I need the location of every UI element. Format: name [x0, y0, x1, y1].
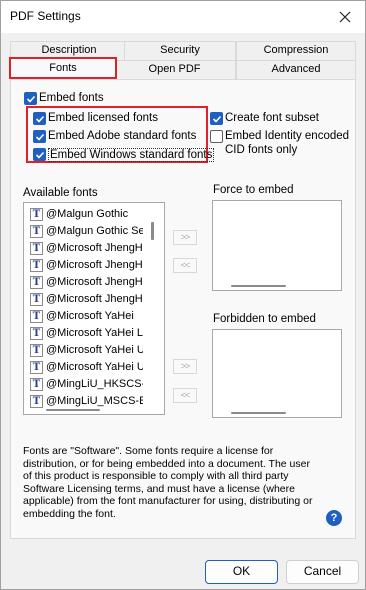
list-item[interactable]: T @Malgun Gothic	[30, 206, 143, 223]
font-name: @Microsoft JhengHei UI	[46, 276, 143, 288]
font-name: @Microsoft YaHei Light	[46, 327, 143, 339]
list-item[interactable]: T @Microsoft JhengHei	[30, 240, 143, 257]
embed-adobe-fonts-label: Embed Adobe standard fonts	[48, 130, 197, 142]
window-title: PDF Settings	[10, 9, 81, 23]
embed-windows-fonts-checkbox[interactable]	[33, 148, 46, 161]
font-name: @Microsoft YaHei	[46, 310, 134, 322]
font-name: @Microsoft JhengHei	[46, 242, 143, 254]
tab-security[interactable]: Security	[124, 41, 236, 60]
forbidden-to-embed-label: Forbidden to embed	[213, 313, 316, 325]
list-item[interactable]: T @Microsoft YaHei UI	[30, 342, 143, 359]
embed-fonts-checkbox[interactable]	[24, 92, 37, 105]
add-to-forbidden-embed-button[interactable]: >>	[173, 359, 197, 374]
embed-windows-fonts-label: Embed Windows standard fonts	[48, 148, 215, 162]
list-item[interactable]: T@Malgun Gothic Semilight	[30, 223, 143, 240]
available-fonts-list[interactable]: T@Malgun GothicT@Malgun Gothic Semilight…	[23, 202, 165, 415]
list-item[interactable]: T@Microsoft YaHei UI Light	[30, 359, 143, 376]
truetype-font-icon: T	[30, 292, 43, 306]
help-icon[interactable]: ?	[326, 510, 342, 526]
list-item[interactable]: T@MingLiU_HKSCS-ExtB	[30, 376, 143, 393]
truetype-font-icon: T	[30, 224, 43, 238]
pdf-settings-dialog: PDF Settings Description Security Compre…	[0, 0, 366, 590]
truetype-font-icon: T	[30, 343, 43, 357]
remove-from-forbidden-embed-button[interactable]: <<	[173, 388, 197, 403]
tab-label: Fonts	[49, 62, 77, 74]
embed-identity-cid-label-line1: Embed Identity encoded	[225, 130, 350, 142]
license-note: Fonts are "Software". Some fonts require…	[23, 445, 313, 520]
truetype-font-icon: T	[30, 326, 43, 340]
embed-identity-cid-label-line2: CID fonts only	[225, 144, 298, 156]
font-name: @Microsoft YaHei UI	[46, 344, 143, 356]
checkmark-icon	[26, 95, 36, 103]
title-bar: PDF Settings	[1, 1, 365, 33]
remove-from-force-embed-button[interactable]: <<	[173, 258, 197, 273]
embed-licensed-fonts-checkbox[interactable]	[33, 112, 46, 125]
force-to-embed-list[interactable]	[212, 200, 342, 291]
embed-adobe-fonts-checkbox[interactable]	[33, 130, 46, 143]
tab-compression[interactable]: Compression	[236, 41, 356, 60]
font-list-vscroll-thumb[interactable]	[151, 222, 154, 240]
embed-identity-cid-checkbox[interactable]	[210, 130, 223, 143]
list-item[interactable]: T@Microsoft JhengHei UI	[30, 274, 143, 291]
tab-fonts[interactable]: Fonts	[9, 57, 117, 79]
font-name: @MingLiU_MSCS-ExtB	[46, 395, 143, 407]
tab-label: Compression	[263, 44, 329, 56]
font-name: @Malgun Gothic	[46, 208, 129, 220]
tab-label: Advanced	[271, 63, 321, 75]
ok-button[interactable]: OK	[205, 560, 278, 584]
checkmark-icon	[35, 115, 45, 123]
truetype-font-icon: T	[30, 241, 43, 255]
create-font-subset-label: Create font subset	[225, 112, 319, 124]
forbidden-list-hscroll-thumb[interactable]	[231, 412, 286, 414]
font-list-hscroll-thumb[interactable]	[46, 409, 100, 411]
checkmark-icon	[212, 115, 222, 123]
available-fonts-label: Available fonts	[23, 187, 98, 199]
truetype-font-icon: T	[30, 309, 43, 323]
embed-fonts-label: Embed fonts	[39, 92, 104, 104]
tab-open-pdf[interactable]: Open PDF	[113, 60, 236, 79]
force-to-embed-label: Force to embed	[213, 184, 294, 196]
tab-label: Security	[160, 44, 200, 56]
list-item[interactable]: T@Microsoft JhengHei Light	[30, 257, 143, 274]
close-button[interactable]	[325, 1, 365, 33]
font-name: @Microsoft JhengHei Light	[46, 259, 143, 271]
tab-advanced[interactable]: Advanced	[236, 60, 356, 79]
create-font-subset-checkbox[interactable]	[210, 112, 223, 125]
cancel-button[interactable]: Cancel	[286, 560, 359, 584]
font-name: @Microsoft JhengHei UI Light	[46, 293, 143, 305]
embed-licensed-fonts-label: Embed licensed fonts	[48, 112, 158, 124]
forbidden-to-embed-list[interactable]	[212, 329, 342, 418]
truetype-font-icon: T	[30, 275, 43, 289]
list-item[interactable]: T @Microsoft YaHei	[30, 308, 143, 325]
truetype-font-icon: T	[30, 360, 43, 374]
tab-label: Description	[41, 44, 97, 56]
truetype-font-icon: T	[30, 394, 43, 408]
truetype-font-icon: T	[30, 258, 43, 272]
font-name: @Microsoft YaHei UI Light	[46, 361, 143, 373]
checkmark-icon	[35, 133, 45, 141]
font-name: @Malgun Gothic Semilight	[46, 225, 143, 237]
list-item[interactable]: T@Microsoft YaHei Light	[30, 325, 143, 342]
font-name: @MingLiU_HKSCS-ExtB	[46, 378, 143, 390]
truetype-font-icon: T	[30, 207, 43, 221]
force-list-hscroll-thumb[interactable]	[231, 285, 286, 287]
list-item[interactable]: T@MingLiU_MSCS-ExtB	[30, 393, 143, 410]
add-to-force-embed-button[interactable]: >>	[173, 230, 197, 245]
tab-label: Open PDF	[148, 63, 201, 75]
checkmark-icon	[35, 151, 45, 159]
truetype-font-icon: T	[30, 377, 43, 391]
list-item[interactable]: T@Microsoft JhengHei UI Light	[30, 291, 143, 308]
close-icon	[339, 11, 351, 23]
